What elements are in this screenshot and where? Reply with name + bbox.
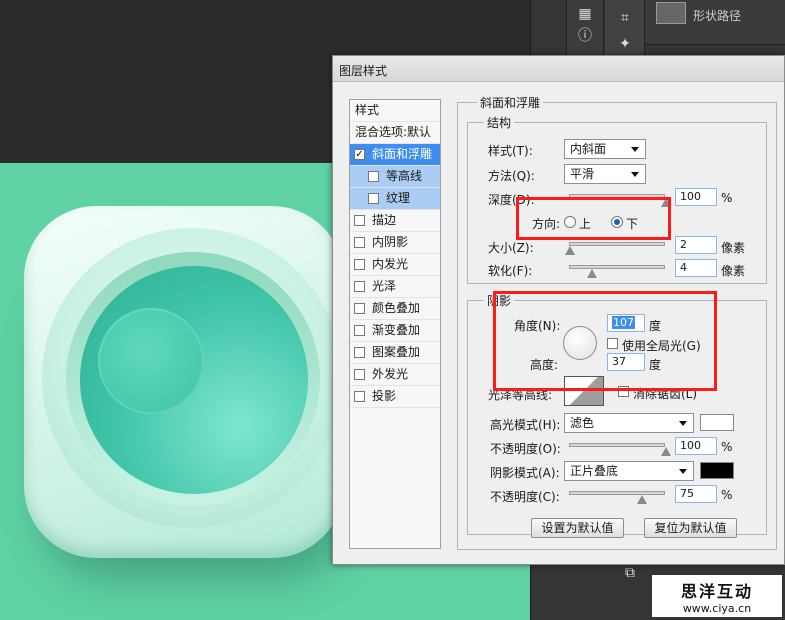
shadow-opacity-input[interactable]: 75	[675, 485, 717, 503]
style-item-outer-glow[interactable]: 外发光	[350, 364, 440, 386]
style-item-satin[interactable]: 光泽	[350, 276, 440, 298]
highlight-color-swatch[interactable]	[700, 414, 734, 431]
style-item-label: 描边	[372, 213, 397, 227]
soften-unit: 像素	[721, 264, 746, 278]
style-item-bevel[interactable]: ✓ 斜面和浮雕	[350, 144, 440, 166]
highlight-box-direction	[516, 197, 671, 240]
satin-checkbox[interactable]	[354, 281, 365, 292]
reset-default-button[interactable]: 复位为默认值	[644, 518, 737, 538]
watermark-brand: 思洋互动	[680, 582, 753, 601]
style-item-stroke[interactable]: 描边	[350, 210, 440, 232]
highlight-opacity-thumb[interactable]	[661, 447, 671, 456]
style-item-label: 颜色叠加	[372, 301, 421, 315]
color-overlay-checkbox[interactable]	[354, 303, 365, 314]
style-item-label: 纹理	[386, 191, 411, 205]
highlight-opacity-unit: %	[721, 440, 733, 454]
bevel-style-dropdown[interactable]: 内斜面	[564, 139, 646, 159]
layer-thumbnail[interactable]	[656, 2, 686, 24]
soften-label: 软化(F):	[488, 264, 533, 278]
size-slider-thumb[interactable]	[565, 246, 575, 255]
copy-icon[interactable]: ⧉	[616, 563, 644, 583]
highlight-opacity-input[interactable]: 100	[675, 437, 717, 455]
shadow-opacity-slider[interactable]	[569, 491, 665, 504]
outer-glow-checkbox[interactable]	[354, 369, 365, 380]
texture-checkbox[interactable]	[368, 193, 379, 204]
shadow-opacity-label: 不透明度(C):	[490, 490, 560, 504]
shadow-opacity-unit: %	[721, 488, 733, 502]
style-item-contour[interactable]: 等高线	[350, 166, 440, 188]
layer-style-dialog: 图层样式 样式 混合选项:默认 ✓ 斜面和浮雕 等高线 纹理 描边 内阴影 内发…	[332, 55, 785, 565]
style-item-inner-glow[interactable]: 内发光	[350, 254, 440, 276]
style-item-label: 图案叠加	[372, 345, 421, 359]
style-item-label: 斜面和浮雕	[372, 147, 433, 161]
style-item-pattern-overlay[interactable]: 图案叠加	[350, 342, 440, 364]
shadow-color-swatch[interactable]	[700, 462, 734, 479]
contour-checkbox[interactable]	[368, 171, 379, 182]
drop-shadow-checkbox[interactable]	[354, 391, 365, 402]
shape-path-icon[interactable]: ⌗	[611, 8, 639, 28]
blend-options-item[interactable]: 混合选项:默认	[350, 122, 440, 144]
soften-input[interactable]: 4	[675, 259, 717, 277]
style-list-header[interactable]: 样式	[350, 100, 440, 122]
style-item-label: 内阴影	[372, 235, 409, 249]
size-label: 大小(Z):	[488, 241, 534, 255]
shadow-mode-dropdown[interactable]: 正片叠底	[564, 461, 694, 481]
style-item-label: 内发光	[372, 257, 409, 271]
depth-unit: %	[721, 191, 733, 205]
highlight-box-shading	[493, 291, 717, 391]
highlight-mode-label: 高光模式(H):	[490, 418, 561, 432]
style-item-gradient-overlay[interactable]: 渐变叠加	[350, 320, 440, 342]
info-icon[interactable]: ⓘ	[571, 26, 599, 46]
style-item-label: 光泽	[372, 279, 397, 293]
style-item-drop-shadow[interactable]: 投影	[350, 386, 440, 408]
size-slider[interactable]	[565, 242, 665, 255]
highlight-opacity-label: 不透明度(O):	[490, 442, 561, 456]
highlight-opacity-slider[interactable]	[569, 443, 671, 456]
style-item-label: 投影	[372, 389, 397, 403]
dialog-title: 图层样式	[339, 64, 388, 78]
bevel-checkbox[interactable]: ✓	[354, 149, 365, 160]
inner-glow-checkbox[interactable]	[354, 259, 365, 270]
style-item-label: 等高线	[386, 169, 423, 183]
style-item-texture[interactable]: 纹理	[350, 188, 440, 210]
highlight-mode-dropdown[interactable]: 滤色	[564, 413, 694, 433]
style-item-color-overlay[interactable]: 颜色叠加	[350, 298, 440, 320]
gradient-overlay-checkbox[interactable]	[354, 325, 365, 336]
watermark-url: www.ciya.cn	[682, 602, 752, 615]
style-item-label: 渐变叠加	[372, 323, 421, 337]
inner-shadow-checkbox[interactable]	[354, 237, 365, 248]
set-default-button[interactable]: 设置为默认值	[531, 518, 624, 538]
size-input[interactable]: 2	[675, 236, 717, 254]
watermark: 思洋互动 www.ciya.cn	[652, 575, 782, 617]
layer-name[interactable]: 形状路径	[693, 7, 741, 24]
structure-title: 结构	[484, 114, 515, 131]
style-label: 样式(T):	[488, 144, 533, 158]
shadow-mode-label: 阴影模式(A):	[490, 466, 560, 480]
depth-input[interactable]: 100	[675, 188, 717, 206]
dialog-titlebar[interactable]	[333, 56, 784, 82]
magic-wand-icon[interactable]: ✦	[611, 34, 639, 54]
icon-center-dot	[98, 308, 204, 414]
style-item-inner-shadow[interactable]: 内阴影	[350, 232, 440, 254]
style-list: 样式 混合选项:默认 ✓ 斜面和浮雕 等高线 纹理 描边 内阴影 内发光 光泽	[349, 99, 441, 549]
soften-slider-thumb[interactable]	[587, 269, 597, 278]
bevel-emboss-title: 斜面和浮雕	[477, 94, 544, 111]
size-unit: 像素	[721, 241, 746, 255]
technique-label: 方法(Q):	[488, 169, 535, 183]
soften-slider[interactable]	[569, 265, 665, 278]
pattern-overlay-checkbox[interactable]	[354, 347, 365, 358]
technique-dropdown[interactable]: 平滑	[564, 164, 646, 184]
stroke-checkbox[interactable]	[354, 215, 365, 226]
histogram-icon[interactable]: ▦	[571, 4, 599, 24]
shadow-opacity-thumb[interactable]	[637, 495, 647, 504]
style-item-label: 外发光	[372, 367, 409, 381]
